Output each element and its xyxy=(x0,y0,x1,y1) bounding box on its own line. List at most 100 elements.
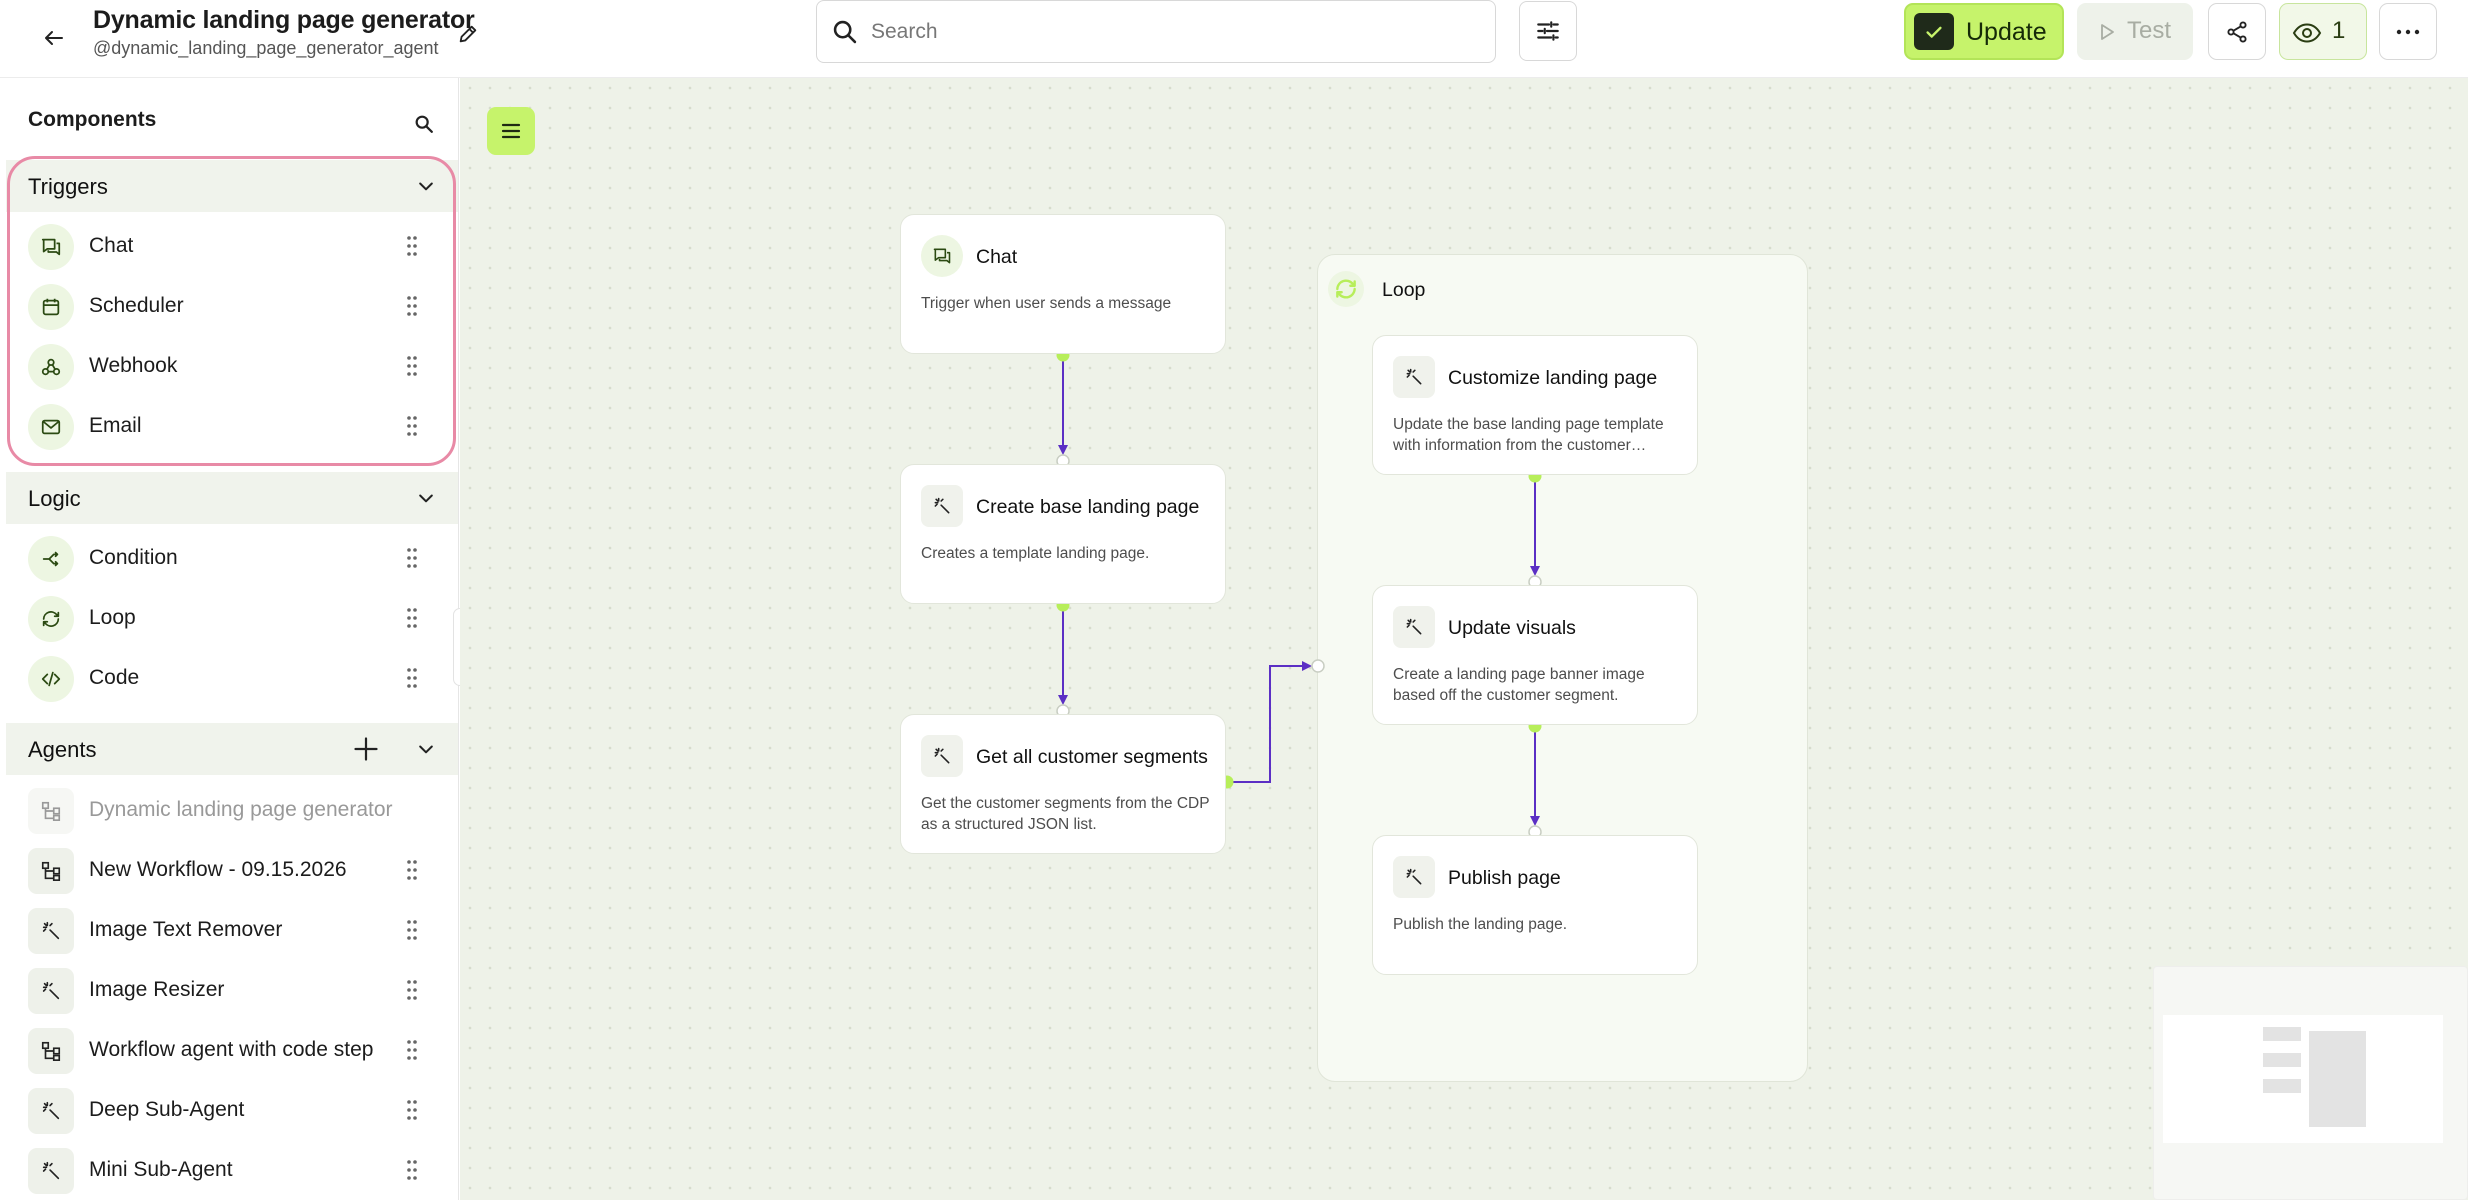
drag-handle-icon[interactable] xyxy=(406,607,418,629)
sidebar-item-label: Workflow agent with code step xyxy=(89,1038,374,1061)
update-label: Update xyxy=(1966,18,2047,46)
pencil-icon xyxy=(459,25,477,43)
sidebar-item-agent[interactable]: Workflow agent with code step xyxy=(28,1023,438,1079)
sidebar-item-label: Image Text Remover xyxy=(89,918,283,941)
drag-handle-icon[interactable] xyxy=(406,667,418,689)
sparkle-icon xyxy=(1393,356,1435,398)
drag-handle-icon[interactable] xyxy=(406,1099,418,1121)
sidebar-item-condition[interactable]: Condition xyxy=(28,531,438,587)
sidebar-item-chat[interactable]: Chat xyxy=(28,219,438,275)
update-button[interactable]: Update xyxy=(1904,3,2064,60)
viewer-count: 1 xyxy=(2332,17,2346,44)
workflow-icon xyxy=(28,848,74,894)
drag-handle-icon[interactable] xyxy=(406,295,418,317)
sidebar-item-label: Scheduler xyxy=(89,294,184,317)
sidebar-item-loop[interactable]: Loop xyxy=(28,591,438,647)
sidebar-item-agent[interactable]: Image Resizer xyxy=(28,963,438,1019)
node-description: Get the customer segments from the CDP a… xyxy=(921,795,1210,833)
node-title: Customize landing page xyxy=(1448,367,1658,389)
sidebar-item-agent[interactable]: Deep Sub-Agent xyxy=(28,1083,438,1139)
section-agents-title: Agents xyxy=(28,737,97,762)
sidebar-item-agent[interactable]: New Workflow - 09.15.2026 xyxy=(28,843,438,899)
sidebar-item-label: Condition xyxy=(89,546,178,569)
drag-handle-icon[interactable] xyxy=(406,859,418,881)
page-title: Dynamic landing page generator xyxy=(93,6,475,34)
canvas-menu-button[interactable] xyxy=(487,107,535,155)
section-triggers[interactable]: Triggers xyxy=(6,160,458,212)
sidebar-item-agent: Dynamic landing page generator xyxy=(28,783,438,839)
chevron-down-icon xyxy=(419,182,433,191)
minimap-loop xyxy=(2309,1031,2366,1127)
sidebar-item-label: New Workflow - 09.15.2026 xyxy=(89,858,347,881)
section-logic-title: Logic xyxy=(28,486,81,511)
minimap-viewport xyxy=(2163,1015,2443,1143)
drag-handle-icon[interactable] xyxy=(406,355,418,377)
drag-handle-icon[interactable] xyxy=(406,919,418,941)
viewers-button[interactable]: 1 xyxy=(2279,3,2367,60)
minimap-node xyxy=(2263,1053,2301,1067)
sidebar-item-label: Mini Sub-Agent xyxy=(89,1158,233,1181)
sidebar-item-webhook[interactable]: Webhook xyxy=(28,339,438,395)
sidebar-item-scheduler[interactable]: Scheduler xyxy=(28,279,438,335)
test-label: Test xyxy=(2127,17,2172,44)
sidebar-item-agent[interactable]: Image Text Remover xyxy=(28,903,438,959)
workflow-editor: Dynamic landing page generator @dynamic_… xyxy=(0,0,2468,1200)
node-get-customer-segments[interactable]: Get all customer segments Get the custom… xyxy=(900,714,1226,854)
add-agent-icon[interactable] xyxy=(352,735,380,763)
drag-handle-icon[interactable] xyxy=(406,1159,418,1181)
workflow-icon xyxy=(28,1028,74,1074)
mail-icon xyxy=(28,404,74,450)
workflow-canvas[interactable]: Loop Chat Trigger when user sends a mess… xyxy=(460,78,2468,1200)
sidebar-search-button[interactable] xyxy=(404,104,444,144)
drag-handle-icon[interactable] xyxy=(406,1039,418,1061)
section-triggers-title: Triggers xyxy=(28,174,108,199)
code-icon xyxy=(28,656,74,702)
minimap[interactable] xyxy=(2153,966,2468,1200)
sidebar-item-code[interactable]: Code xyxy=(28,651,438,707)
sparkle-icon xyxy=(1393,606,1435,648)
sliders-icon xyxy=(1537,21,1559,41)
section-logic[interactable]: Logic xyxy=(6,472,458,524)
sparkle-icon xyxy=(1393,856,1435,898)
webhook-icon xyxy=(28,344,74,390)
workflow-icon xyxy=(28,788,74,834)
node-title: Chat xyxy=(976,246,1018,268)
back-button[interactable] xyxy=(30,14,78,62)
more-options-button[interactable] xyxy=(2379,3,2437,60)
node-description: Publish the landing page. xyxy=(1393,916,1568,933)
chat-icon xyxy=(921,235,963,277)
node-description: Trigger when user sends a message xyxy=(921,295,1172,312)
arrow-left-icon xyxy=(45,31,63,45)
chevron-down-icon xyxy=(419,745,433,754)
drag-handle-icon[interactable] xyxy=(406,235,418,257)
node-customize-landing-page[interactable]: Customize landing page Update the base l… xyxy=(1372,335,1698,475)
sparkle-icon xyxy=(28,908,74,954)
edit-title-button[interactable] xyxy=(448,14,488,54)
search-input[interactable] xyxy=(871,11,1471,53)
share-button[interactable] xyxy=(2208,3,2266,60)
sidebar-item-label: Dynamic landing page generator xyxy=(89,798,393,821)
test-button[interactable]: Test xyxy=(2077,3,2193,60)
edge-segments-to-loop xyxy=(1228,661,1312,783)
drag-handle-icon[interactable] xyxy=(406,547,418,569)
sidebar-item-email[interactable]: Email xyxy=(28,399,438,455)
loop-icon xyxy=(1328,271,1364,307)
node-chat[interactable]: Chat Trigger when user sends a message xyxy=(900,214,1226,354)
drag-handle-icon[interactable] xyxy=(406,415,418,437)
section-agents[interactable]: Agents xyxy=(6,723,458,775)
node-create-base-landing-page[interactable]: Create base landing page Creates a templ… xyxy=(900,464,1226,604)
drag-handle-icon[interactable] xyxy=(406,979,418,1001)
node-description: Update the base landing page template wi… xyxy=(1393,416,1664,454)
node-publish-page[interactable]: Publish page Publish the landing page. xyxy=(1372,835,1698,975)
node-description: Create a landing page banner image based… xyxy=(1393,666,1645,704)
more-horizontal-icon xyxy=(2396,29,2420,34)
node-update-visuals[interactable]: Update visuals Create a landing page ban… xyxy=(1372,585,1698,725)
minimap-node xyxy=(2263,1079,2301,1093)
sidebar-item-agent[interactable]: Mini Sub-Agent xyxy=(28,1143,438,1199)
node-title: Update visuals xyxy=(1448,617,1576,639)
sidebar-item-label: Chat xyxy=(89,234,134,257)
node-title: Publish page xyxy=(1448,867,1561,889)
node-title: Get all customer segments xyxy=(976,746,1208,768)
sidebar-item-label: Deep Sub-Agent xyxy=(89,1098,245,1121)
filter-settings-button[interactable] xyxy=(1519,1,1577,61)
